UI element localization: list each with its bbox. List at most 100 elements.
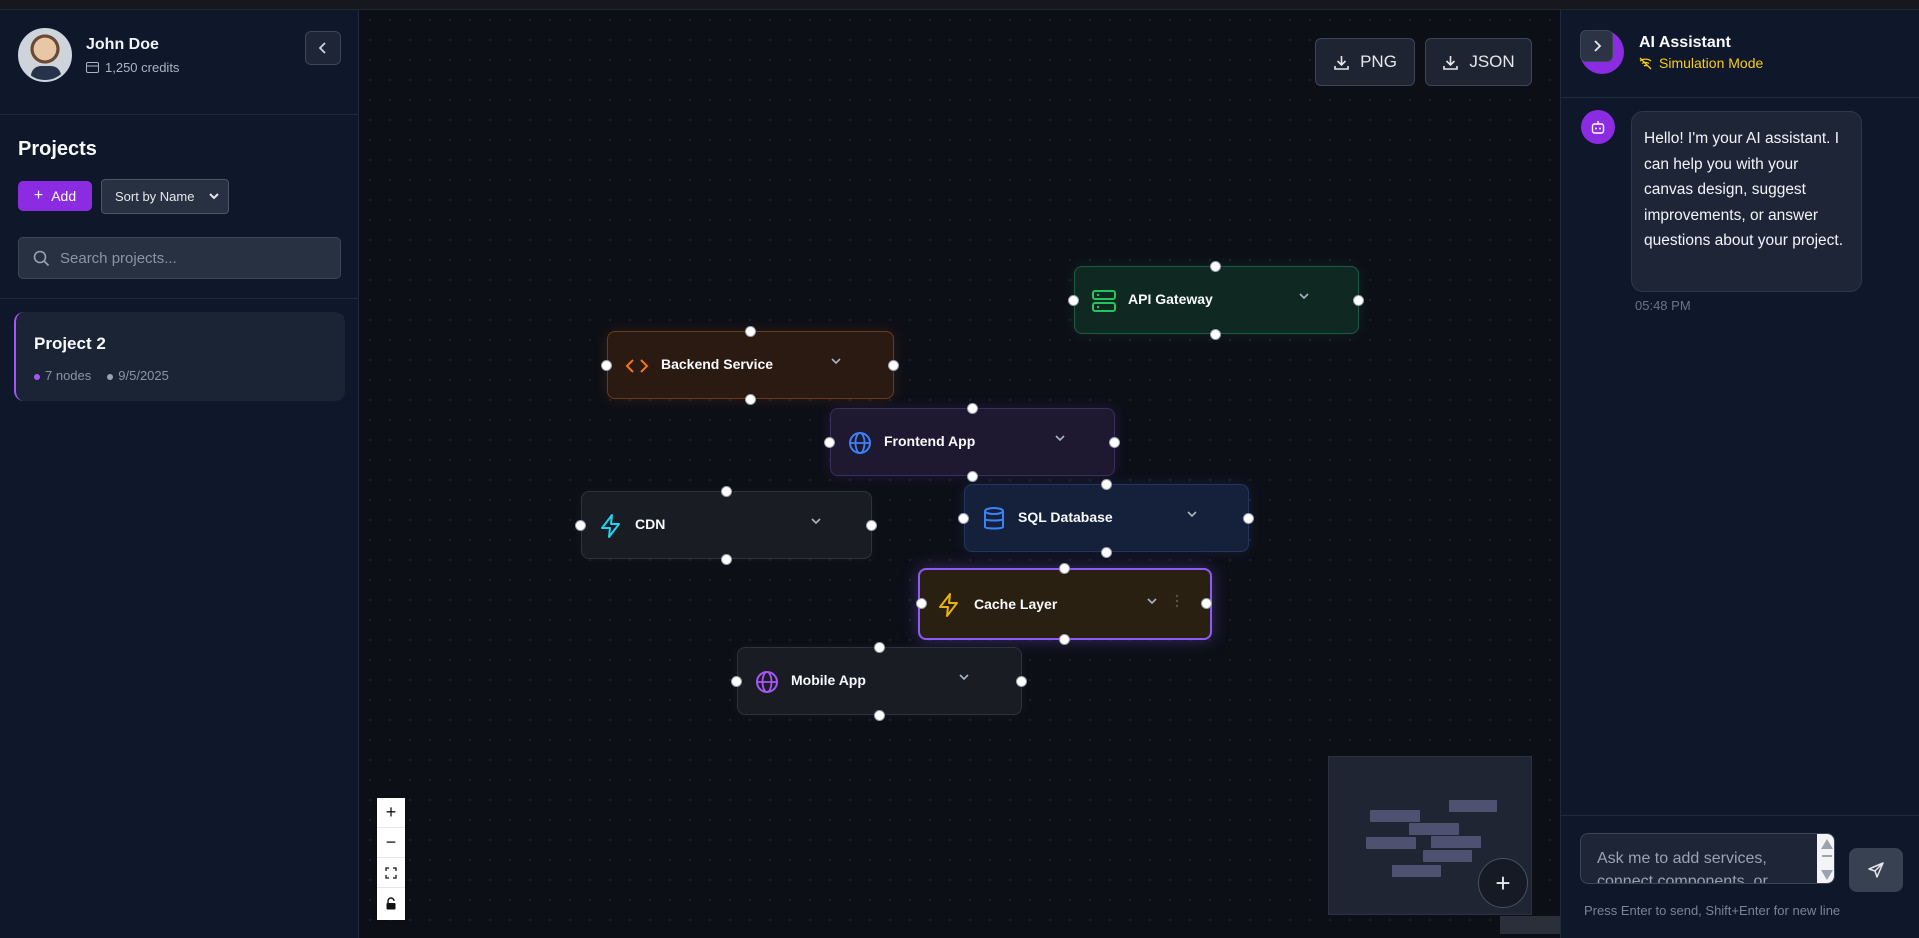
node-handle[interactable] xyxy=(1210,329,1221,340)
node-handle[interactable] xyxy=(1210,261,1221,272)
chevron-down-icon[interactable] xyxy=(810,514,822,528)
mode-label: Simulation Mode xyxy=(1659,55,1764,71)
node-cdn[interactable]: CDN xyxy=(581,491,872,559)
assistant-message: Hello! I'm your AI assistant. I can help… xyxy=(1631,111,1862,292)
divider xyxy=(1561,97,1919,98)
minimap-node xyxy=(1409,823,1459,835)
minimap-node xyxy=(1423,850,1472,862)
chevron-down-icon[interactable] xyxy=(1146,594,1158,608)
project-name: Project 2 xyxy=(34,334,106,353)
plus-icon: + xyxy=(33,187,44,204)
minimap-node xyxy=(1370,810,1420,822)
node-handle[interactable] xyxy=(916,598,927,609)
node-handle[interactable] xyxy=(874,710,885,721)
input-scrollbar[interactable] xyxy=(1817,834,1834,883)
globe-icon xyxy=(849,432,871,454)
flow-canvas[interactable]: PNG JSON API Gateway Backend Service Fro… xyxy=(360,10,1560,938)
node-handle[interactable] xyxy=(745,394,756,405)
chevron-left-icon xyxy=(318,42,326,54)
node-api-gateway[interactable]: API Gateway xyxy=(1074,266,1359,334)
add-project-button[interactable]: + Add xyxy=(18,181,92,211)
node-label: API Gateway xyxy=(1128,291,1213,307)
node-handle[interactable] xyxy=(967,471,978,482)
minimap-node xyxy=(1366,837,1416,849)
node-handle[interactable] xyxy=(1059,563,1070,574)
window-top-strip xyxy=(0,0,1919,10)
chevron-down-icon[interactable] xyxy=(1186,507,1198,521)
sort-select[interactable]: Sort by Name xyxy=(101,179,229,214)
node-handle[interactable] xyxy=(874,642,885,653)
divider xyxy=(1561,815,1919,816)
search-field xyxy=(18,237,341,279)
node-handle[interactable] xyxy=(866,520,877,531)
avatar[interactable] xyxy=(18,28,72,82)
node-sql-database[interactable]: SQL Database xyxy=(964,484,1249,552)
ai-assistant-panel: AI Assistant Simulation Mode Hello! I'm … xyxy=(1560,10,1919,938)
project-card[interactable]: Project 2 7 nodes 9/5/2025 xyxy=(14,312,345,401)
lock-icon xyxy=(386,896,396,909)
attribution-badge[interactable] xyxy=(1500,916,1560,934)
credits-row: 1,250 credits xyxy=(86,60,179,75)
node-handle[interactable] xyxy=(721,486,732,497)
chevron-down-icon[interactable] xyxy=(1054,431,1066,445)
send-button[interactable] xyxy=(1849,848,1903,892)
node-handle[interactable] xyxy=(1016,676,1027,687)
node-handle[interactable] xyxy=(601,360,612,371)
bot-avatar xyxy=(1581,110,1615,144)
zap-icon xyxy=(601,514,620,538)
node-handle[interactable] xyxy=(1201,598,1212,609)
node-handle[interactable] xyxy=(1101,547,1112,558)
globe-icon xyxy=(756,671,778,693)
node-handle[interactable] xyxy=(721,554,732,565)
node-handle[interactable] xyxy=(888,360,899,371)
search-input[interactable] xyxy=(60,249,310,267)
chevron-down-icon[interactable] xyxy=(830,354,842,368)
zoom-in-button[interactable]: + xyxy=(377,798,405,828)
node-backend-service[interactable]: Backend Service xyxy=(607,331,894,399)
user-name: John Doe xyxy=(86,36,159,53)
node-handle[interactable] xyxy=(1101,479,1112,490)
fit-view-button[interactable] xyxy=(377,858,405,888)
collapse-sidebar-button[interactable] xyxy=(305,31,341,65)
projects-sidebar: John Doe 1,250 credits Projects + Add So… xyxy=(0,10,359,938)
node-mobile-app[interactable]: Mobile App xyxy=(737,647,1022,715)
node-handle[interactable] xyxy=(958,513,969,524)
minimap-node xyxy=(1392,865,1441,877)
node-handle[interactable] xyxy=(1243,513,1254,524)
add-node-button[interactable]: + xyxy=(1478,858,1528,908)
node-handle[interactable] xyxy=(824,437,835,448)
zoom-out-button[interactable]: − xyxy=(377,828,405,858)
plus-icon: + xyxy=(1495,867,1511,898)
node-handle[interactable] xyxy=(575,520,586,531)
node-label: Mobile App xyxy=(791,672,866,688)
node-handle[interactable] xyxy=(1068,295,1079,306)
zoom-controls: + − xyxy=(377,798,405,920)
node-label: SQL Database xyxy=(1018,509,1113,525)
lock-button[interactable] xyxy=(377,888,405,918)
divider xyxy=(0,114,359,115)
node-handle[interactable] xyxy=(745,326,756,337)
chevron-down-icon[interactable] xyxy=(1298,289,1310,303)
export-json-button[interactable]: JSON xyxy=(1425,38,1532,86)
send-icon xyxy=(1868,862,1884,878)
node-handle[interactable] xyxy=(1059,634,1070,645)
node-cache-layer[interactable]: Cache Layer xyxy=(918,568,1212,640)
credits-text: 1,250 credits xyxy=(105,60,180,75)
zap-icon xyxy=(939,593,958,617)
export-png-button[interactable]: PNG xyxy=(1315,38,1415,86)
database-icon xyxy=(984,507,1004,530)
node-handle[interactable] xyxy=(1109,437,1120,448)
chat-input-field xyxy=(1580,833,1835,884)
node-handle[interactable] xyxy=(967,403,978,414)
more-vertical-icon[interactable] xyxy=(1174,593,1180,609)
node-label: CDN xyxy=(635,516,666,532)
node-handle[interactable] xyxy=(731,676,742,687)
download-icon xyxy=(1334,55,1349,70)
node-frontend-app[interactable]: Frontend App xyxy=(830,408,1115,476)
chat-input[interactable] xyxy=(1581,834,1817,883)
chevron-down-icon[interactable] xyxy=(958,670,970,684)
project-meta: 7 nodes 9/5/2025 xyxy=(34,368,169,383)
node-handle[interactable] xyxy=(1353,295,1364,306)
collapse-assistant-button[interactable] xyxy=(1580,30,1613,62)
node-label: Frontend App xyxy=(884,433,976,449)
